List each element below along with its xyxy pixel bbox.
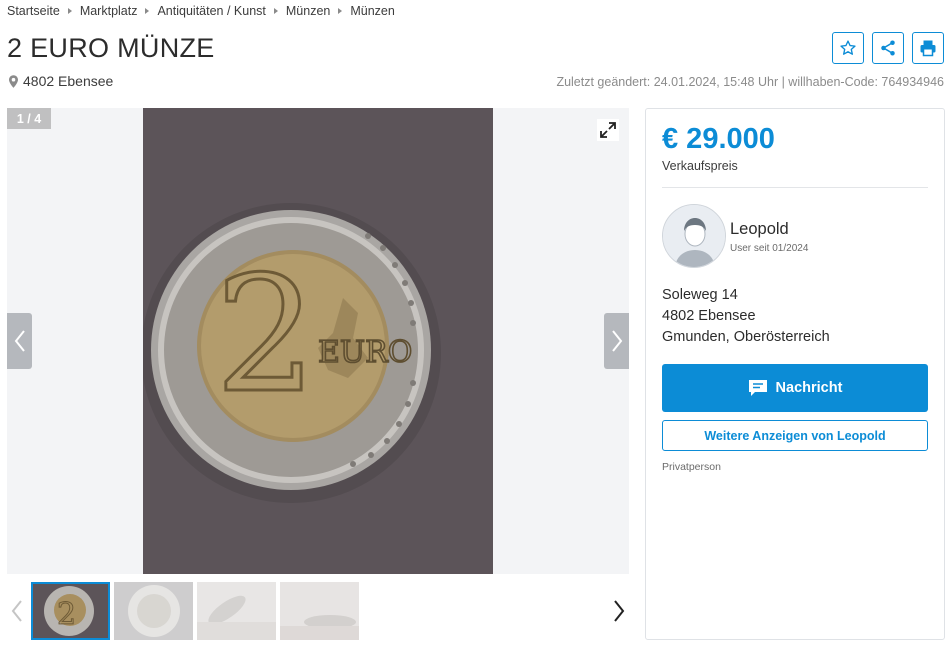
- seller-name[interactable]: Leopold: [730, 220, 789, 239]
- next-image-button[interactable]: [604, 313, 629, 369]
- more-ads-label: Weitere Anzeigen von Leopold: [704, 428, 886, 443]
- thumbnails-next-button[interactable]: [609, 597, 629, 625]
- ad-meta: Zuletzt geändert: 24.01.2024, 15:48 Uhr …: [556, 75, 944, 89]
- breadcrumb-item-muenzen[interactable]: Münzen: [286, 4, 330, 18]
- breadcrumb-separator-icon: [273, 8, 278, 14]
- avatar: [662, 204, 726, 268]
- chevron-right-icon: [611, 330, 622, 352]
- thumbnail-image: [114, 582, 193, 640]
- ad-actions: [832, 32, 944, 64]
- breadcrumb-item-antiquitaeten[interactable]: Antiquitäten / Kunst: [157, 4, 265, 18]
- divider: [662, 187, 928, 188]
- coin-image: 2 EURO: [141, 108, 493, 574]
- seller-address-city: 4802 Ebensee: [662, 308, 756, 324]
- expand-icon: [600, 122, 616, 138]
- coin-numeral: 2: [215, 241, 317, 428]
- main-photo[interactable]: 2 EURO: [141, 108, 493, 574]
- breadcrumb-separator-icon: [145, 8, 150, 14]
- thumbnail-coin-numeral: 2: [57, 597, 76, 632]
- ad-location: 4802 Ebensee: [9, 73, 113, 89]
- thumbnail-strip: 2: [7, 580, 629, 642]
- coin-word: EURO: [318, 335, 412, 370]
- breadcrumb-item-muenzen-current[interactable]: Münzen: [350, 4, 394, 18]
- thumbnail-1[interactable]: 2: [31, 582, 110, 640]
- chevron-right-icon: [614, 600, 625, 622]
- chat-icon: [748, 380, 767, 396]
- thumbnail-image: 2: [33, 584, 108, 638]
- user-avatar-icon: [663, 205, 725, 267]
- image-gallery[interactable]: 2 EURO 1 / 4: [7, 108, 629, 574]
- seller-member-since: User seit 01/2024: [730, 243, 809, 254]
- breadcrumb-separator-icon: [67, 8, 72, 14]
- breadcrumb-separator-icon: [338, 8, 343, 14]
- thumbnail-2[interactable]: [114, 582, 193, 640]
- page-title: 2 EURO MÜNZE: [7, 33, 215, 63]
- more-ads-button[interactable]: Weitere Anzeigen von Leopold: [662, 420, 928, 451]
- chevron-left-icon: [14, 330, 25, 352]
- seller-address-region: Gmunden, Oberösterreich: [662, 329, 830, 345]
- send-message-button[interactable]: Nachricht: [662, 364, 928, 412]
- breadcrumb: Startseite Marktplatz Antiquitäten / Kun…: [7, 4, 395, 18]
- price-label: Verkaufspreis: [662, 159, 738, 173]
- price: € 29.000: [662, 123, 775, 155]
- share-button[interactable]: [872, 32, 904, 64]
- thumbnail-3[interactable]: [197, 582, 276, 640]
- seller-box: € 29.000 Verkaufspreis Leopold User seit…: [645, 108, 945, 640]
- seller-address-street: Soleweg 14: [662, 287, 738, 303]
- fullscreen-button[interactable]: [597, 119, 619, 141]
- send-message-label: Nachricht: [775, 380, 843, 396]
- thumbnail-image: [197, 582, 276, 640]
- star-icon: [840, 40, 856, 55]
- previous-image-button[interactable]: [7, 313, 32, 369]
- image-counter: 1 / 4: [7, 108, 51, 129]
- breadcrumb-item-marktplatz[interactable]: Marktplatz: [80, 4, 138, 18]
- location-text: 4802 Ebensee: [23, 73, 114, 89]
- seller-type: Privatperson: [662, 461, 721, 473]
- thumbnails-previous-button[interactable]: [7, 597, 27, 625]
- breadcrumb-item-startseite[interactable]: Startseite: [7, 4, 60, 18]
- save-favorite-button[interactable]: [832, 32, 864, 64]
- print-icon: [920, 40, 936, 57]
- chevron-left-icon: [11, 600, 22, 622]
- location-pin-icon: [9, 74, 18, 88]
- thumbnail-4[interactable]: [280, 582, 359, 640]
- share-icon: [881, 40, 895, 56]
- print-button[interactable]: [912, 32, 944, 64]
- thumbnail-image: [280, 582, 359, 640]
